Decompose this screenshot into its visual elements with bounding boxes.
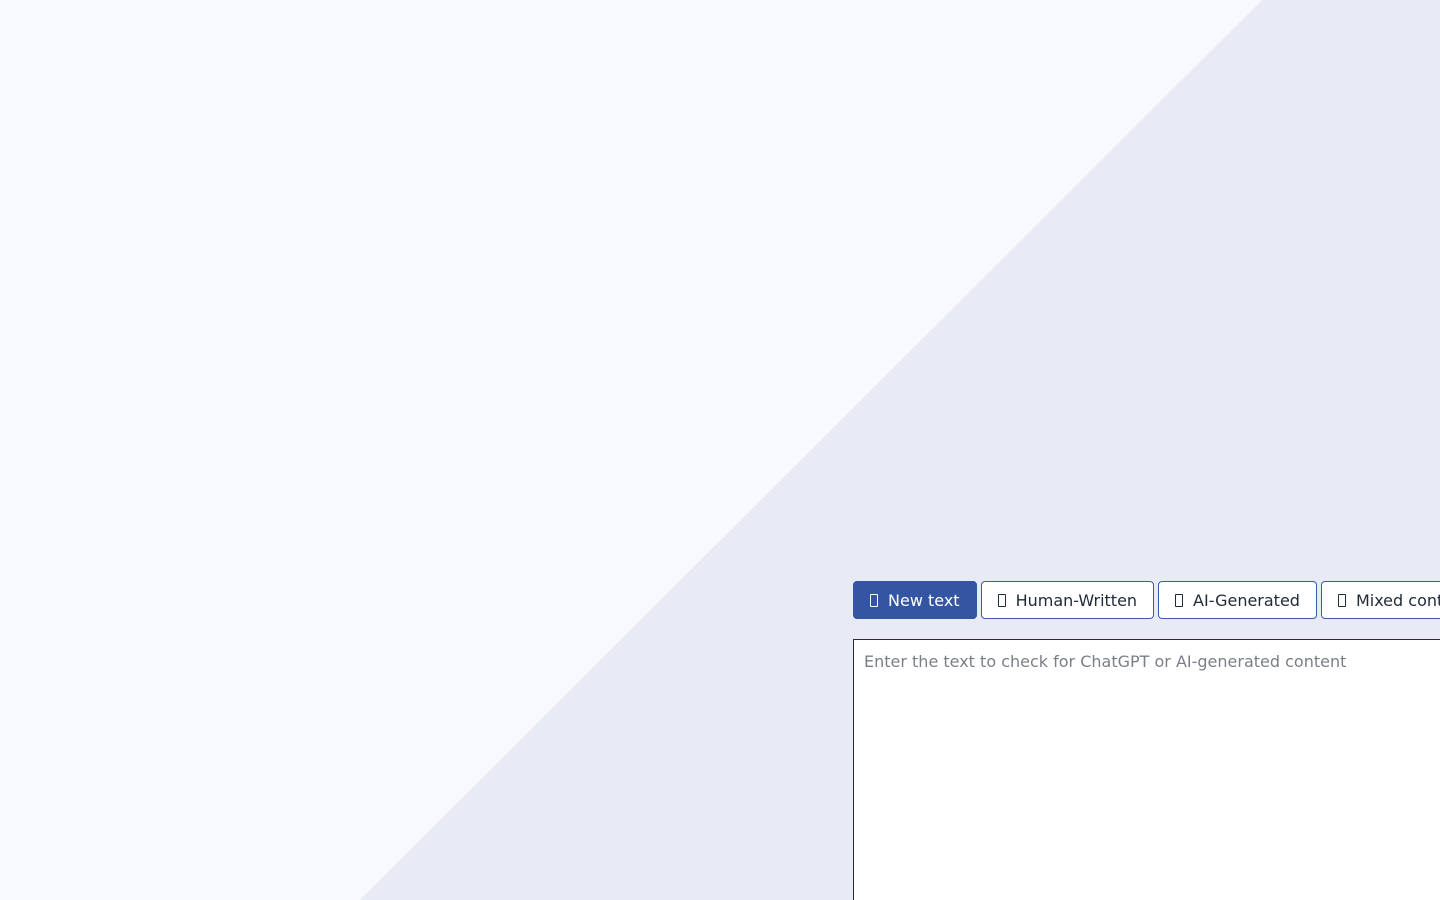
sample-tabs: New text Human-Written AI-Generated Mixe… [853,581,1440,619]
tab-human-written[interactable]: Human-Written [980,581,1155,619]
text-editor [853,639,1440,900]
tab-label: Human-Written [1015,590,1138,610]
text-input[interactable] [854,640,1440,900]
robot-icon [1175,593,1184,607]
tab-label: New text [888,590,960,610]
tab-ai-generated[interactable]: AI-Generated [1158,581,1317,619]
tab-label: AI-Generated [1193,590,1300,610]
mixed-icon [1337,593,1346,607]
tab-mixed-content[interactable]: Mixed content [1320,581,1440,619]
tab-new-text[interactable]: New text [853,581,977,619]
person-icon [997,593,1006,607]
tab-label: Mixed content [1355,590,1440,610]
document-icon [870,593,878,607]
